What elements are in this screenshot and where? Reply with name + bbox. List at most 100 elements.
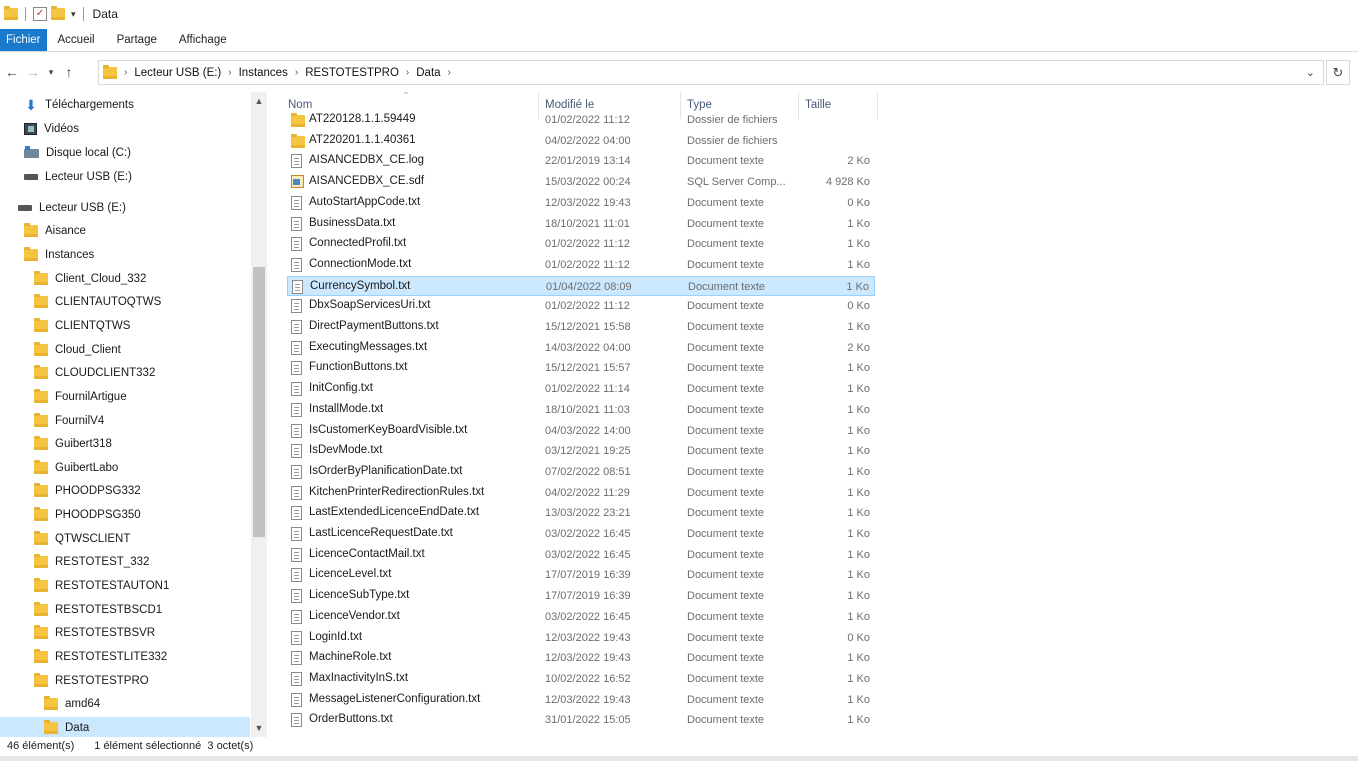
breadcrumb-instances[interactable]: Instances — [239, 67, 288, 79]
address-bar[interactable]: › Lecteur USB (E:) › Instances › RESTOTE… — [98, 60, 1324, 85]
chevron-down-icon[interactable]: ⌄ — [1306, 66, 1315, 79]
column-divider[interactable] — [877, 92, 878, 119]
status-bar: 46 élément(s) 1 élément sélectionné 3 oc… — [0, 737, 1358, 755]
file-row[interactable]: InitConfig.txt 01/02/2022 11:14 Document t… — [287, 379, 875, 399]
sidebar-item[interactable]: RESTOTESTLITE332 — [34, 646, 167, 668]
sidebar-item[interactable]: RESTOTESTBSVR — [34, 622, 155, 644]
breadcrumb-usb-drive[interactable]: Lecteur USB (E:) — [134, 67, 221, 79]
file-type: Document texte — [687, 155, 765, 168]
text-file-icon — [291, 506, 302, 521]
file-type: Document texte — [687, 714, 765, 727]
customize-toolbar-icon[interactable]: ▾ — [71, 9, 76, 20]
sidebar-item[interactable]: Lecteur USB (E:) — [24, 166, 132, 188]
file-row[interactable]: ExecutingMessages.txt 14/03/2022 04:00 Doc… — [287, 338, 875, 358]
chevron-right-icon[interactable]: › — [406, 67, 409, 78]
sidebar-item[interactable]: Cloud_Client — [34, 339, 121, 361]
file-row[interactable]: AT220201.1.1.40361 04/02/2022 04:00 Dossie… — [287, 131, 875, 151]
file-row[interactable]: MachineRole.txt 12/03/2022 19:43 Document … — [287, 648, 875, 668]
file-row[interactable]: DirectPaymentButtons.txt 15/12/2021 15:58… — [287, 317, 875, 337]
sidebar-item[interactable]: Instances — [24, 244, 94, 266]
folder-icon — [34, 673, 48, 687]
file-row[interactable]: LicenceVendor.txt 03/02/2022 16:45 Documen… — [287, 607, 875, 627]
sidebar-item[interactable]: ⬇ Téléchargements — [24, 94, 134, 116]
back-arrow-icon[interactable]: ← — [3, 64, 21, 80]
new-folder-icon[interactable] — [51, 6, 65, 20]
file-size: 1 Ko — [847, 610, 870, 623]
sidebar-item[interactable]: CLOUDCLIENT332 — [34, 362, 155, 384]
breadcrumb-restotestpro[interactable]: RESTOTESTPRO — [305, 67, 399, 79]
folder-icon[interactable] — [4, 6, 18, 20]
chevron-right-icon[interactable]: › — [228, 67, 231, 78]
sidebar-item[interactable]: amd64 — [44, 693, 100, 715]
sidebar-item[interactable]: Aisance — [24, 220, 86, 242]
scroll-down-icon[interactable]: ▼ — [251, 721, 267, 735]
text-file-icon — [291, 299, 302, 314]
file-row[interactable]: AT220128.1.1.59449 01/02/2022 11:12 Dossie… — [287, 110, 875, 130]
chevron-right-icon[interactable]: › — [124, 67, 127, 78]
breadcrumb-data[interactable]: Data — [416, 67, 440, 79]
text-file-icon — [291, 547, 302, 562]
nav-scrollbar[interactable]: ▲ ▼ — [251, 92, 267, 737]
file-name: ConnectedProfil.txt — [309, 237, 407, 250]
file-name: DirectPaymentButtons.txt — [309, 320, 439, 332]
file-row[interactable]: LoginId.txt 12/03/2022 19:43 Document text… — [287, 628, 875, 648]
file-row[interactable]: MessageListenerConfiguration.txt 12/03/20… — [287, 690, 875, 710]
file-row[interactable]: OrderButtons.txt 31/01/2022 15:05 Document… — [287, 710, 875, 730]
sidebar-item[interactable]: CLIENTQTWS — [34, 315, 130, 337]
sidebar-item[interactable]: Disque local (C:) — [24, 142, 131, 164]
file-row[interactable]: DbxSoapServicesUri.txt 01/02/2022 11:12 Do… — [287, 296, 875, 316]
forward-arrow-icon[interactable]: → — [24, 64, 42, 80]
file-row[interactable]: InstallMode.txt 18/10/2021 11:03 Document … — [287, 400, 875, 420]
file-row[interactable]: IsOrderByPlanificationDate.txt 07/02/2022… — [287, 462, 875, 482]
file-row[interactable]: AutoStartAppCode.txt 12/03/2022 19:43 Docu… — [287, 193, 875, 213]
sidebar-item[interactable]: RESTOTESTBSCD1 — [34, 599, 162, 621]
sidebar-item[interactable]: Data — [0, 717, 250, 737]
sidebar-item[interactable]: Vidéos — [24, 118, 79, 140]
file-row[interactable]: LastExtendedLicenceEndDate.txt 13/03/2022… — [287, 503, 875, 523]
sidebar-item[interactable]: CLIENTAUTOQTWS — [34, 291, 161, 313]
file-size: 1 Ko — [847, 403, 870, 416]
sidebar-item[interactable]: RESTOTESTAUTON1 — [34, 575, 169, 597]
sidebar-item[interactable]: RESTOTEST_332 — [34, 551, 149, 573]
sidebar-item[interactable]: QTWSCLIENT — [34, 528, 130, 550]
file-row[interactable]: LicenceContactMail.txt 03/02/2022 16:45 Do… — [287, 545, 875, 565]
tab-affichage[interactable]: Affichage — [168, 29, 238, 51]
tab-partage[interactable]: Partage — [106, 29, 168, 51]
file-row[interactable]: ConnectedProfil.txt 01/02/2022 11:12 Docum… — [287, 234, 875, 254]
file-row[interactable]: AISANCEDBX_CE.log 22/01/2019 13:14 Documen… — [287, 151, 875, 171]
file-row[interactable]: KitchenPrinterRedirectionRules.txt 04/02/… — [287, 483, 875, 503]
sidebar-item[interactable]: Lecteur USB (E:) — [18, 197, 126, 219]
recent-locations-icon[interactable]: ▾ — [45, 67, 57, 78]
file-row[interactable]: ConnectionMode.txt 01/02/2022 11:12 Docume… — [287, 255, 875, 275]
sidebar-item[interactable]: FournilV4 — [34, 410, 104, 432]
file-row[interactable]: LicenceLevel.txt 17/07/2019 16:39 Document… — [287, 565, 875, 585]
sidebar-item[interactable]: GuibertLabo — [34, 457, 118, 479]
sidebar-item[interactable]: PHOODPSG332 — [34, 480, 141, 502]
folder-icon — [34, 342, 48, 356]
file-row[interactable]: LicenceSubType.txt 17/07/2019 16:39 Docume… — [287, 586, 875, 606]
sidebar-item[interactable]: Guibert318 — [34, 433, 112, 455]
sidebar-item[interactable]: RESTOTESTPRO — [34, 670, 149, 692]
sidebar-item[interactable]: PHOODPSG350 — [34, 504, 141, 526]
properties-icon[interactable]: ✓ — [33, 7, 47, 21]
file-row[interactable]: IsDevMode.txt 03/12/2021 19:25 Document te… — [287, 441, 875, 461]
chevron-right-icon[interactable]: › — [448, 67, 451, 78]
file-row[interactable]: IsCustomerKeyBoardVisible.txt 04/03/2022 … — [287, 421, 875, 441]
file-row[interactable]: LastLicenceRequestDate.txt 03/02/2022 16:… — [287, 524, 875, 544]
file-row[interactable]: FunctionButtons.txt 15/12/2021 15:57 Docum… — [287, 358, 875, 378]
sidebar-item[interactable]: Client_Cloud_332 — [34, 268, 146, 290]
sidebar-item[interactable]: FournilArtigue — [34, 386, 127, 408]
chevron-right-icon[interactable]: › — [295, 67, 298, 78]
file-row[interactable]: CurrencySymbol.txt 01/04/2022 08:09 Docume… — [287, 275, 875, 296]
file-modified-date: 15/12/2021 15:58 — [545, 321, 631, 333]
scrollbar-thumb[interactable] — [253, 267, 265, 537]
file-row[interactable]: AISANCEDBX_CE.sdf 15/03/2022 00:24 SQL Ser… — [287, 172, 875, 192]
text-file-icon — [291, 154, 302, 169]
refresh-button[interactable]: ↻ — [1326, 60, 1350, 85]
tab-accueil[interactable]: Accueil — [47, 29, 106, 51]
file-row[interactable]: MaxInactivityInS.txt 10/02/2022 16:52 Docu… — [287, 669, 875, 689]
scroll-up-icon[interactable]: ▲ — [251, 94, 267, 108]
up-arrow-icon[interactable]: ↑ — [60, 64, 78, 80]
file-row[interactable]: BusinessData.txt 18/10/2021 11:01 Document… — [287, 214, 875, 234]
tab-fichier[interactable]: Fichier — [0, 29, 47, 51]
